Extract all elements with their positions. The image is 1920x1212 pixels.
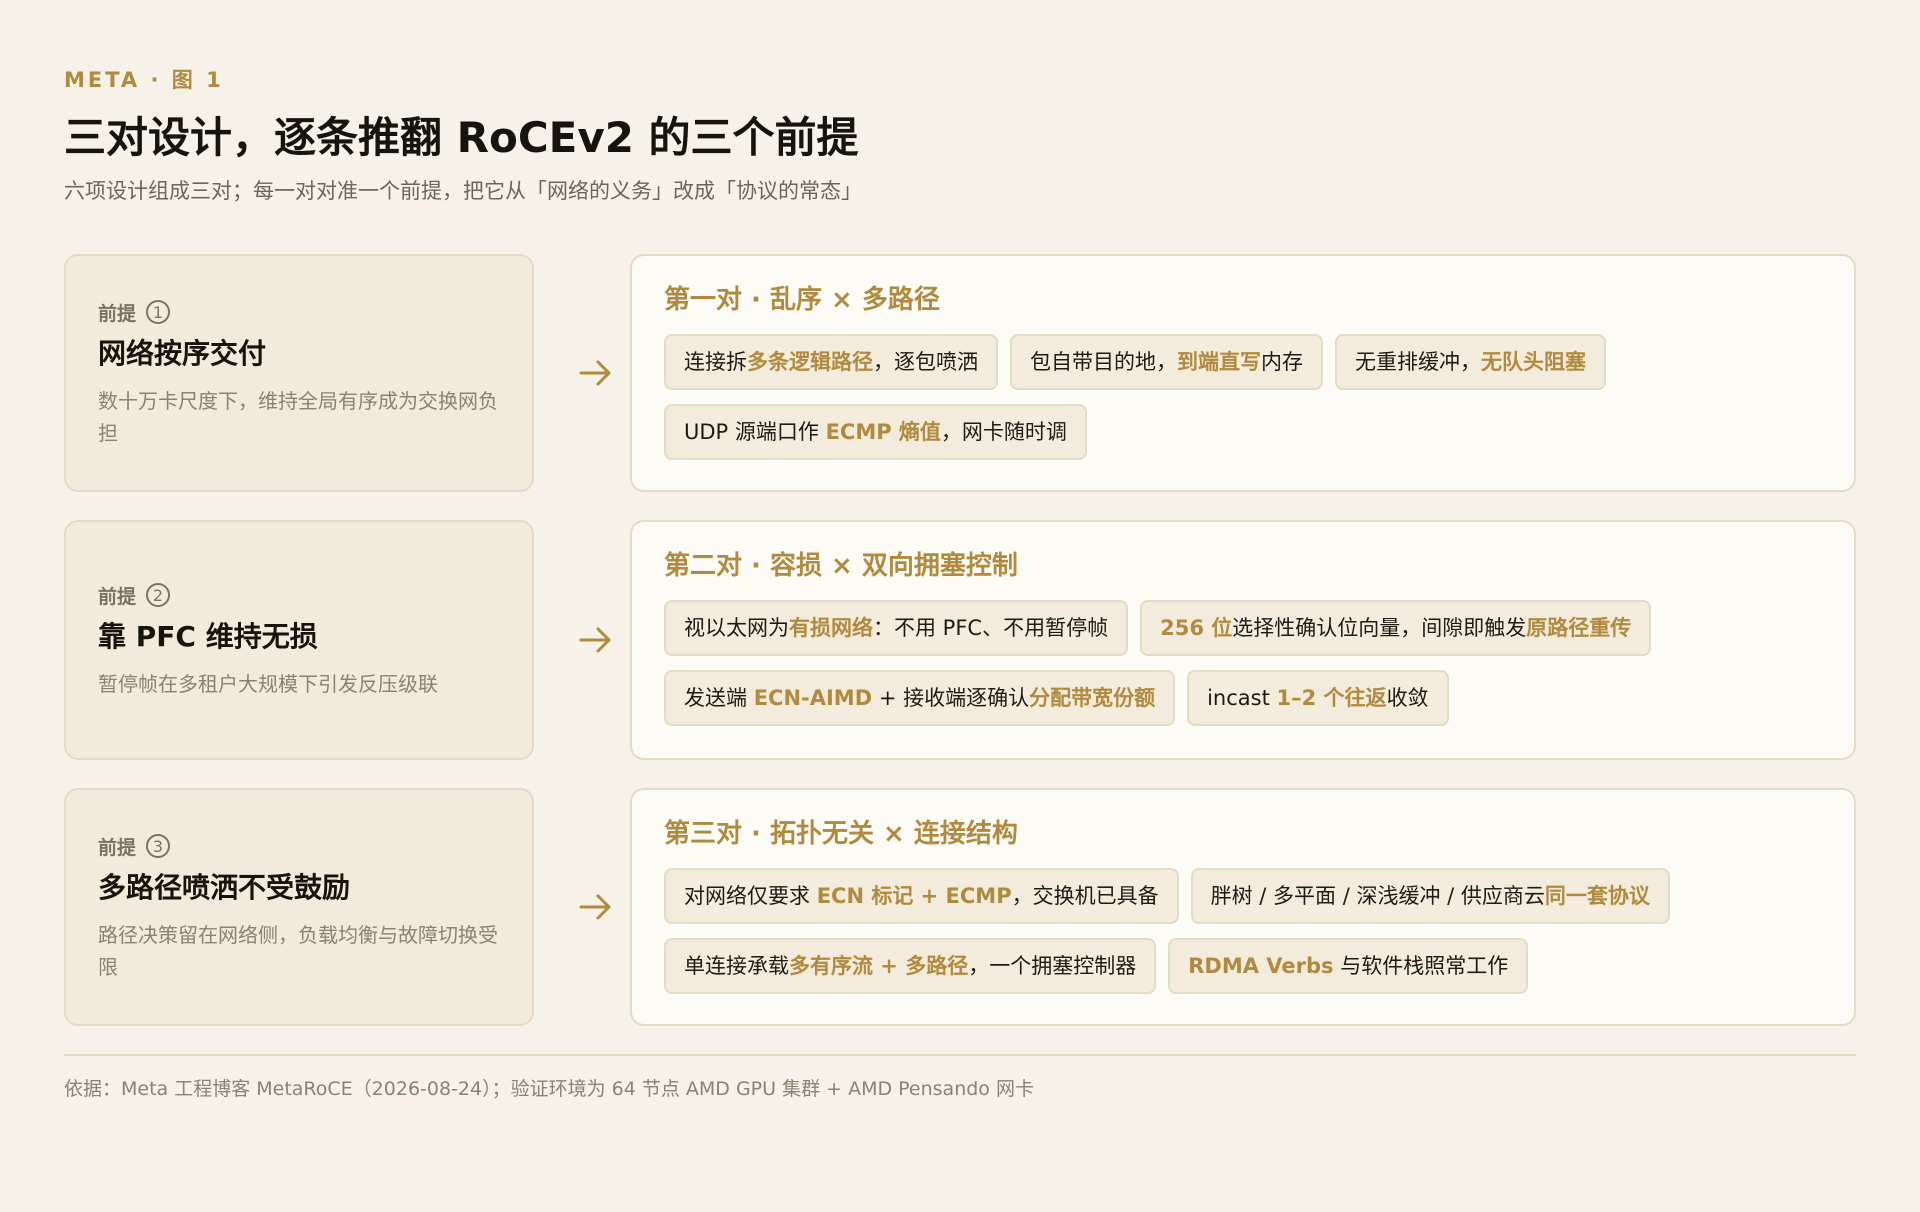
chip-highlight-text: ECMP 熵值: [825, 420, 941, 444]
design-chip: 发送端 ECN-AIMD + 接收端逐确认分配带宽份额: [664, 670, 1176, 726]
design-chip: 胖树 / 多平面 / 深浅缓冲 / 供应商云同一套协议: [1190, 868, 1670, 924]
chip-text: 发送端: [684, 686, 754, 710]
arrow-right-icon: [564, 353, 628, 393]
design-chip: 对网络仅要求 ECN 标记 + ECMP，交换机已具备: [664, 868, 1179, 924]
arrow-right-icon: [564, 620, 628, 660]
chip-highlight-text: 原路径重传: [1526, 616, 1632, 640]
design-card-1: 第一对 · 乱序 × 多路径 连接拆多条逻辑路径，逐包喷洒 包自带目的地，到端直写…: [630, 254, 1856, 492]
chip-highlight-text: ECN-AIMD: [753, 686, 873, 710]
design-chip: 无重排缓冲，无队头阻塞: [1335, 334, 1606, 390]
row-3: 前提 3 多路径喷洒不受鼓励 路径决策留在网络侧，负载均衡与故障切换受限 第三对…: [64, 788, 1856, 1026]
chip-highlight-text: 多条逻辑路径: [747, 350, 873, 374]
design-chip: 视以太网为有损网络：不用 PFC、不用暂停帧: [664, 600, 1129, 656]
chip-text: 包自带目的地，: [1030, 350, 1177, 374]
premise-title: 靠 PFC 维持无损: [98, 620, 318, 653]
chip-text: ：不用 PFC、不用暂停帧: [873, 616, 1109, 640]
chip-text: + 接收端逐确认: [872, 686, 1030, 710]
chip-highlight-text: 多有序流 + 多路径: [789, 954, 969, 978]
chip-text: ，逐包喷洒: [873, 350, 978, 374]
design-chip: RDMA Verbs 与软件栈照常工作: [1168, 938, 1529, 994]
circled-number-icon: 2: [146, 583, 171, 607]
chip-text: incast: [1207, 686, 1277, 710]
design-card-3: 第三对 · 拓扑无关 × 连接结构 对网络仅要求 ECN 标记 + ECMP，交…: [630, 788, 1856, 1026]
premise-description: 数十万卡尺度下，维持全局有序成为交换网负担: [98, 389, 498, 445]
premise-label-text: 前提: [98, 585, 137, 608]
design-card-2: 第二对 · 容损 × 双向拥塞控制 视以太网为有损网络：不用 PFC、不用暂停帧…: [630, 520, 1856, 760]
design-chip: 单连接承载多有序流 + 多路径，一个拥塞控制器: [664, 938, 1157, 994]
chip-highlight-text: 256 位: [1160, 616, 1233, 640]
premise-description: 暂停帧在多租户大规模下引发反压级联: [98, 672, 438, 696]
chip-highlight-text: 有损网络: [789, 616, 873, 640]
premise-label: 前提 1: [98, 297, 500, 327]
design-chip: 256 位选择性确认位向量，间隙即触发原路径重传: [1140, 600, 1652, 656]
chip-highlight-text: 无队头阻塞: [1481, 350, 1586, 374]
premise-card-3: 前提 3 多路径喷洒不受鼓励 路径决策留在网络侧，负载均衡与故障切换受限: [64, 788, 534, 1026]
chip-text: 与软件栈照常工作: [1333, 954, 1509, 978]
chip-text: UDP 源端口作: [684, 420, 826, 444]
chip-text: ，一个拥塞控制器: [968, 954, 1137, 978]
premise-title: 多路径喷洒不受鼓励: [98, 871, 351, 904]
chip-text: 视以太网为: [684, 616, 789, 640]
design-title: 第三对 · 拓扑无关 × 连接结构: [664, 819, 1018, 849]
row-2: 前提 2 靠 PFC 维持无损 暂停帧在多租户大规模下引发反压级联 第二对 · …: [64, 520, 1856, 760]
premise-card-2: 前提 2 靠 PFC 维持无损 暂停帧在多租户大规模下引发反压级联: [64, 520, 534, 760]
design-chip: 连接拆多条逻辑路径，逐包喷洒: [664, 334, 998, 390]
premise-label: 前提 2: [98, 580, 500, 610]
chip-highlight-text: ECN 标记 + ECMP: [816, 884, 1012, 908]
design-title: 第一对 · 乱序 × 多路径: [664, 285, 940, 315]
design-chip-list: 连接拆多条逻辑路径，逐包喷洒 包自带目的地，到端直写内存 无重排缓冲，无队头阻塞 UD…: [664, 334, 1822, 460]
footer-divider: [64, 1054, 1856, 1056]
chip-text: 连接拆: [684, 350, 747, 374]
chip-highlight-text: 1–2 个往返: [1276, 686, 1387, 710]
row-1: 前提 1 网络按序交付 数十万卡尺度下，维持全局有序成为交换网负担 第一对 · …: [64, 254, 1856, 492]
circled-number-icon: 1: [146, 300, 171, 324]
chip-text: ，网卡随时调: [940, 420, 1067, 444]
chip-text: 对网络仅要求: [684, 884, 817, 908]
eyebrow-label: META · 图 1: [64, 68, 224, 92]
chip-text: ，交换机已具备: [1011, 884, 1159, 908]
chip-text: 单连接承载: [684, 954, 789, 978]
premise-description: 路径决策留在网络侧，负载均衡与故障切换受限: [98, 923, 498, 979]
premise-label-text: 前提: [98, 302, 137, 325]
chip-highlight-text: 分配带宽份额: [1029, 686, 1156, 710]
premise-card-1: 前提 1 网络按序交付 数十万卡尺度下，维持全局有序成为交换网负担: [64, 254, 534, 492]
premise-title: 网络按序交付: [98, 337, 267, 370]
circled-number-icon: 3: [146, 834, 171, 858]
chip-highlight-text: 同一套协议: [1544, 884, 1650, 908]
figure: META · 图 1 三对设计，逐条推翻 RoCEv2 的三个前提 六项设计组成…: [64, 64, 1856, 1026]
chip-text: 胖树 / 多平面 / 深浅缓冲 / 供应商云: [1210, 884, 1545, 908]
design-chip-list: 对网络仅要求 ECN 标记 + ECMP，交换机已具备 胖树 / 多平面 / 深浅…: [664, 868, 1822, 994]
chip-highlight-text: 到端直写: [1177, 350, 1261, 374]
chip-text: 内存: [1261, 350, 1303, 374]
design-chip: incast 1–2 个往返收敛: [1187, 670, 1449, 726]
chip-highlight-text: RDMA Verbs: [1188, 954, 1334, 978]
page-subtitle: 六项设计组成三对；每一对对准一个前提，把它从「网络的义务」改成「协议的常态」: [64, 179, 862, 203]
arrow-right-icon: [564, 887, 628, 927]
chip-text: 无重排缓冲，: [1355, 350, 1481, 374]
chip-text: 收敛: [1386, 686, 1429, 710]
page-title: 三对设计，逐条推翻 RoCEv2 的三个前提: [64, 113, 859, 162]
design-chip-list: 视以太网为有损网络：不用 PFC、不用暂停帧 256 位选择性确认位向量，间隙即触…: [664, 600, 1822, 726]
design-chip: UDP 源端口作 ECMP 熵值，网卡随时调: [664, 404, 1087, 460]
chip-text: 选择性确认位向量，间隙即触发: [1232, 616, 1527, 640]
design-title: 第二对 · 容损 × 双向拥塞控制: [664, 551, 1018, 581]
source-footnote: 依据：Meta 工程博客 MetaRoCE（2026-08-24）；验证环境为 …: [64, 1078, 1034, 1100]
design-chip: 包自带目的地，到端直写内存: [1010, 334, 1323, 390]
premise-label: 前提 3: [98, 831, 500, 861]
premise-label-text: 前提: [98, 836, 137, 859]
